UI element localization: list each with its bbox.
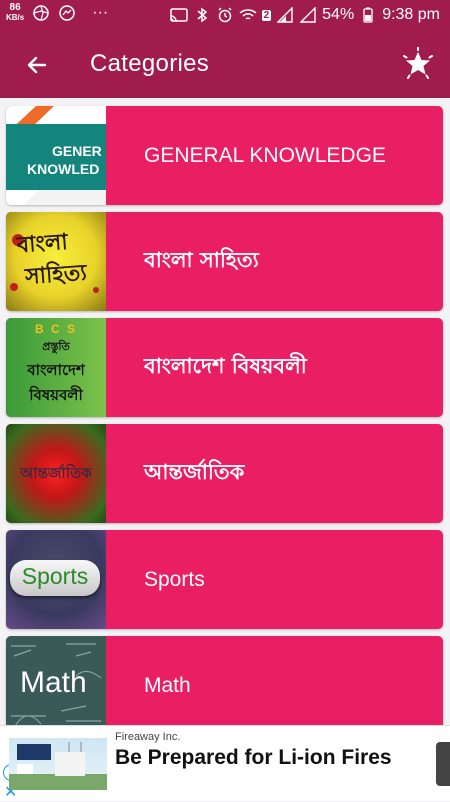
- signal-icon: [276, 6, 294, 24]
- page-title: Categories: [90, 50, 210, 77]
- category-card-general-knowledge[interactable]: GENER KNOWLED GENERAL KNOWLEDGE: [6, 106, 443, 205]
- aperture-icon: [32, 4, 50, 22]
- rate-button[interactable]: [400, 46, 436, 82]
- battery-icon: [359, 6, 377, 24]
- ad-image: [9, 738, 107, 790]
- category-card-bangla-sahitya[interactable]: বাংলা সাহিত্য বাংলা সাহিত্য: [6, 212, 443, 311]
- app-bar: Categories: [0, 32, 450, 98]
- thumb-text: Sports: [21, 563, 89, 589]
- back-button[interactable]: [20, 48, 54, 82]
- category-list: GENER KNOWLED GENERAL KNOWLEDGE বাংলা সা…: [0, 98, 450, 725]
- category-label: বাংলাদেশ বিষয়বলী: [144, 354, 307, 378]
- arrow-left-icon: [27, 56, 47, 74]
- sports-thumbnail: Sports: [6, 530, 106, 629]
- general-knowledge-thumbnail: GENER KNOWLED: [6, 106, 106, 205]
- status-bar: 86 KB/s ··· 2 54% 9:38 pm: [0, 0, 450, 32]
- signal-icon-2: [299, 6, 317, 24]
- category-label: Sports: [144, 567, 205, 591]
- cast-icon: [169, 6, 188, 24]
- bluetooth-icon: [193, 6, 211, 24]
- category-label: GENERAL KNOWLEDGE: [144, 143, 386, 167]
- antorjatik-thumbnail: আন্তর্জাতিক: [6, 424, 106, 523]
- ad-banner[interactable]: i ✕ Fireaway Inc. Be Prepared for Li-ion…: [0, 725, 450, 801]
- thumb-text: KNOWLED: [27, 161, 100, 177]
- alarm-icon: [216, 6, 234, 24]
- thumb-text: B C S: [34, 322, 77, 336]
- messenger-icon: [58, 4, 76, 22]
- thumb-text: GENER: [52, 143, 102, 159]
- category-card-bangladesh-bishoyaboli[interactable]: B C S প্রস্তুতি বাংলাদেশ বিষয়বলী বাংলাদ…: [6, 318, 443, 417]
- thumb-text: সাহিত্য: [24, 260, 88, 290]
- thumb-text: বিষয়বলী: [29, 386, 83, 404]
- ad-headline[interactable]: Be Prepared for Li-ion Fires: [115, 746, 415, 770]
- thumb-text: বাংলা: [16, 229, 69, 259]
- thumb-text: বাংলাদেশ: [27, 361, 85, 379]
- category-card-math[interactable]: Math Math: [6, 636, 443, 725]
- ad-sponsor: Fireaway Inc.: [115, 731, 181, 743]
- category-label: বাংলা সাহিত্য: [144, 248, 259, 272]
- clock: 9:38 pm: [382, 6, 440, 23]
- bangladesh-bishoyaboli-thumbnail: B C S প্রস্তুতি বাংলাদেশ বিষয়বলী: [6, 318, 106, 417]
- more-notifications-dots: ···: [92, 4, 109, 21]
- sparkle-star-icon: [403, 47, 433, 79]
- wifi-icon: [239, 6, 257, 24]
- battery-percent: 54%: [322, 6, 355, 23]
- category-card-antorjatik[interactable]: আন্তর্জাতিক আন্তর্জাতিক: [6, 424, 443, 523]
- category-label: Math: [144, 673, 191, 697]
- sim-badge: 2: [261, 9, 272, 21]
- thumb-text: Math: [20, 666, 87, 699]
- ad-cta-button[interactable]: [436, 742, 450, 786]
- category-label: আন্তর্জাতিক: [144, 460, 245, 484]
- thumb-text: প্রস্তুতি: [42, 340, 70, 353]
- bangla-sahitya-thumbnail: বাংলা সাহিত্য: [6, 212, 106, 311]
- category-card-sports[interactable]: Sports Sports: [6, 530, 443, 629]
- math-thumbnail: Math: [6, 636, 106, 725]
- thumb-text: আন্তর্জাতিক: [20, 464, 92, 482]
- network-speed: 86 KB/s: [6, 2, 25, 23]
